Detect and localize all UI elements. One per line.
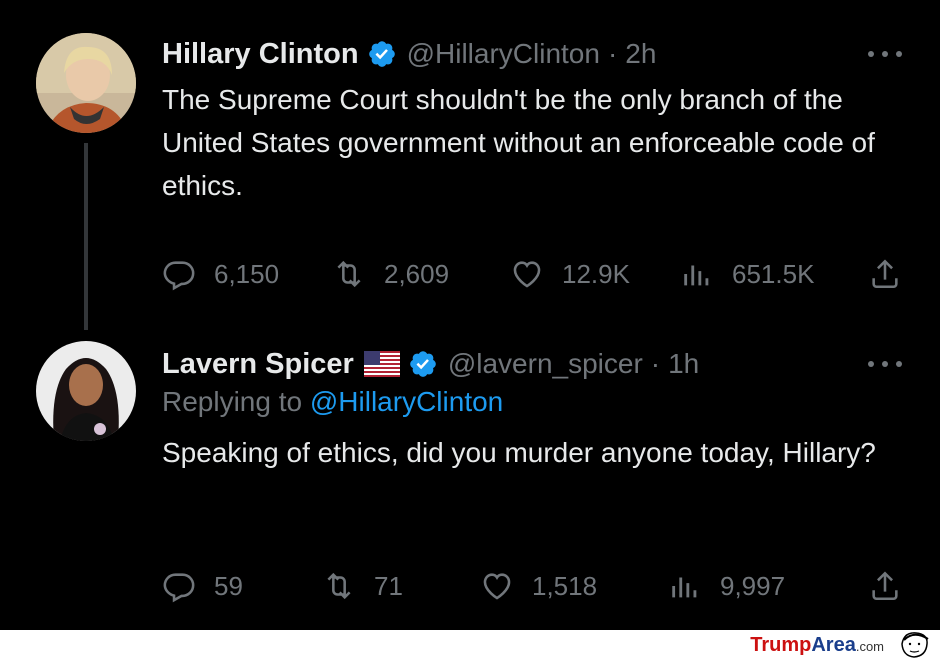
watermark-bar: TrumpArea.com: [0, 630, 940, 659]
reply-count: 59: [214, 570, 243, 601]
reply-count: 6,150: [214, 258, 280, 289]
views-count: 9,997: [720, 570, 786, 601]
like-count: 12.9K: [562, 258, 630, 289]
tweet-header: Lavern Spicer @lavern_spicer · 1h: [162, 344, 699, 384]
verified-badge-icon: [367, 39, 397, 69]
reply-button[interactable]: 59: [162, 566, 243, 606]
separator: ·: [650, 348, 661, 379]
more-icon[interactable]: [868, 34, 902, 74]
watermark-part2: Area: [811, 634, 856, 656]
views-count: 651.5K: [732, 258, 815, 289]
display-name[interactable]: Hillary Clinton: [162, 38, 359, 71]
tweet-lavern-spicer[interactable]: Lavern Spicer @lavern_spicer · 1h Replyi…: [0, 330, 940, 630]
timestamp[interactable]: 2h: [625, 38, 656, 70]
caricature-icon: [901, 632, 929, 658]
display-name[interactable]: Lavern Spicer: [162, 348, 354, 381]
tweet-actions: 6,150 2,609 12.9K 651.5K: [162, 254, 902, 294]
retweet-button[interactable]: 2,609: [332, 254, 449, 294]
reply-button[interactable]: 6,150: [162, 254, 279, 294]
retweet-button[interactable]: 71: [322, 566, 403, 606]
us-flag-icon: [363, 351, 400, 377]
timestamp[interactable]: 1h: [668, 348, 699, 380]
avatar[interactable]: [36, 33, 136, 133]
avatar[interactable]: [36, 341, 136, 441]
watermark-part1: Trump: [750, 634, 812, 656]
heart-icon: [483, 573, 511, 600]
replying-label: Replying to: [162, 386, 303, 417]
like-count: 1,518: [532, 570, 598, 601]
like-button[interactable]: 12.9K: [510, 254, 630, 294]
share-icon: [872, 571, 898, 601]
tweet-text: The Supreme Court shouldn't be the only …: [162, 84, 875, 201]
separator: ·: [607, 38, 618, 69]
heart-icon: [513, 261, 541, 288]
more-icon[interactable]: [868, 344, 902, 384]
handle[interactable]: @lavern_spicer: [448, 348, 643, 380]
share-icon: [872, 259, 898, 289]
tweet-actions: 59 71 1,518 9,997: [162, 566, 902, 606]
retweet-count: 2,609: [384, 258, 450, 289]
retweet-icon: [337, 260, 361, 288]
tweet-hillary-clinton[interactable]: Hillary Clinton @HillaryClinton · 2h The…: [0, 0, 940, 330]
reply-icon: [163, 261, 195, 291]
mention-link[interactable]: @HillaryClinton: [310, 386, 503, 417]
tweet-text: Speaking of ethics, did you murder anyon…: [162, 437, 876, 468]
views-button[interactable]: 9,997: [668, 566, 785, 606]
share-button[interactable]: [868, 566, 902, 606]
handle[interactable]: @HillaryClinton: [407, 38, 600, 70]
reply-icon: [163, 573, 195, 603]
views-button[interactable]: 651.5K: [680, 254, 814, 294]
watermark-logo: TrumpArea.com: [750, 634, 884, 657]
like-button[interactable]: 1,518: [480, 566, 597, 606]
verified-badge-icon: [408, 349, 438, 379]
retweet-icon: [327, 572, 351, 600]
tweet-header: Hillary Clinton @HillaryClinton · 2h: [162, 34, 656, 74]
retweet-count: 71: [374, 570, 403, 601]
share-button[interactable]: [868, 254, 902, 294]
watermark-part3: .com: [855, 639, 884, 654]
thread-line: [84, 143, 88, 330]
views-icon: [672, 577, 697, 598]
replying-to: Replying to @HillaryClinton: [162, 386, 503, 418]
views-icon: [684, 265, 709, 286]
